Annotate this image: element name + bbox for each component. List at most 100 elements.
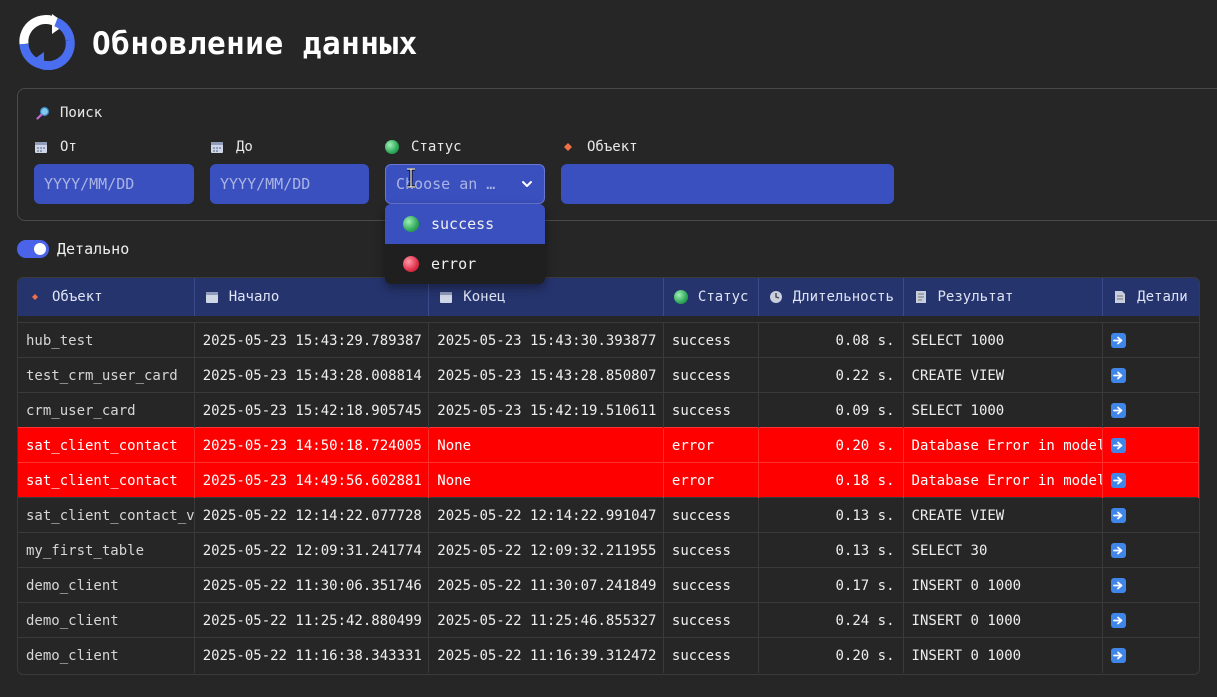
- column-header-label: Объект: [52, 289, 103, 305]
- right-arrow-icon[interactable]: [1111, 438, 1127, 453]
- cell-end: 2025-05-23 15:43:28.850807: [429, 358, 664, 393]
- diamond-icon: [564, 143, 572, 151]
- status-option-label: success: [431, 215, 495, 233]
- green-circle-icon: [403, 216, 419, 232]
- clock-icon: [769, 291, 782, 303]
- calendar-icon: [205, 292, 218, 303]
- document-icon: [915, 291, 926, 303]
- status-label: Статус: [385, 137, 545, 157]
- cell-details: [1103, 638, 1199, 673]
- status-select-placeholder: Choose an …: [396, 175, 496, 193]
- right-arrow-icon[interactable]: [1111, 508, 1127, 523]
- cell-end: 2025-05-22 11:16:39.312472: [429, 638, 664, 673]
- status-select[interactable]: Choose an …: [385, 164, 545, 204]
- right-arrow-icon[interactable]: [1111, 473, 1127, 488]
- cell-object: demo_client: [18, 603, 195, 638]
- results-table: Объект Начало Конец Статус Длительность …: [17, 277, 1200, 675]
- table-row[interactable]: demo_client 2025-05-22 11:16:38.343331 202…: [18, 637, 1199, 673]
- column-header-result[interactable]: Результат: [904, 278, 1104, 316]
- table-row[interactable]: sat_client_contact 2025-05-23 14:49:56.60…: [18, 462, 1199, 498]
- cell-object: hub_test: [18, 323, 195, 358]
- right-arrow-icon[interactable]: [1111, 333, 1127, 348]
- diamond-icon: [32, 294, 38, 300]
- from-date-label-text: От: [60, 139, 77, 155]
- toggle-knob: [34, 243, 46, 255]
- cell-result: Database Error in model: [904, 428, 1104, 463]
- cell-result: Database Error in model: [904, 463, 1104, 498]
- cell-duration: 0.09 s.: [759, 393, 904, 428]
- detail-toggle[interactable]: [17, 240, 49, 258]
- right-arrow-icon[interactable]: [1111, 578, 1127, 593]
- table-row[interactable]: hub_test 2025-05-23 15:43:29.789387 2025-0…: [18, 322, 1199, 358]
- object-label: Объект: [561, 137, 894, 157]
- column-header-object[interactable]: Объект: [18, 278, 195, 316]
- object-input[interactable]: [561, 164, 894, 204]
- table-row[interactable]: test_crm_user_card 2025-05-23 15:43:28.00…: [18, 357, 1199, 393]
- cell-result: SELECT 1000: [904, 323, 1104, 358]
- calendar-icon: [35, 142, 47, 153]
- cell-details: [1103, 323, 1199, 358]
- cell-result: CREATE VIEW: [904, 358, 1104, 393]
- cell-status: success: [664, 393, 759, 428]
- table-row[interactable]: crm_user_card 2025-05-23 15:42:18.905745 2…: [18, 392, 1199, 428]
- right-arrow-icon[interactable]: [1111, 403, 1127, 418]
- cell-start: 2025-05-22 12:09:31.241774: [195, 533, 430, 568]
- cell-duration: 0.18 s.: [759, 463, 904, 498]
- cell-details: [1103, 393, 1199, 428]
- cell-result: SELECT 1000: [904, 393, 1104, 428]
- column-header-label: Результат: [937, 289, 1014, 305]
- cell-object: sat_client_contact_v: [18, 498, 195, 533]
- from-date-input[interactable]: [34, 164, 194, 204]
- right-arrow-icon[interactable]: [1111, 613, 1127, 628]
- to-date-label: До: [210, 137, 369, 157]
- status-option-error[interactable]: error: [385, 244, 545, 284]
- status-label-text: Статус: [411, 139, 462, 155]
- cell-end: 2025-05-22 12:09:32.211955: [429, 533, 664, 568]
- table-row[interactable]: demo_client 2025-05-22 11:25:42.880499 202…: [18, 602, 1199, 638]
- cell-object: crm_user_card: [18, 393, 195, 428]
- cell-status: success: [664, 603, 759, 638]
- table-row[interactable]: sat_client_contact_v 2025-05-22 12:14:22.…: [18, 497, 1199, 533]
- column-header-details[interactable]: Детали: [1103, 278, 1199, 316]
- column-header-label: Статус: [697, 289, 749, 305]
- cell-status: success: [664, 323, 759, 358]
- calendar-icon: [211, 142, 223, 153]
- green-circle-icon: [673, 290, 688, 304]
- right-arrow-icon[interactable]: [1111, 543, 1127, 558]
- cell-status: success: [664, 568, 759, 603]
- cell-details: [1103, 498, 1199, 533]
- cell-status: error: [664, 463, 759, 498]
- to-date-input[interactable]: [210, 164, 369, 204]
- cell-duration: 0.24 s.: [759, 603, 904, 638]
- detail-toggle-row: Детально: [17, 240, 129, 258]
- cell-start: 2025-05-23 15:43:28.008814: [195, 358, 430, 393]
- page-icon: [1115, 291, 1126, 303]
- search-section-label: Поиск: [36, 105, 102, 121]
- cell-duration: 0.08 s.: [759, 323, 904, 358]
- column-header-status[interactable]: Статус: [664, 278, 759, 316]
- from-date-label: От: [34, 137, 194, 157]
- page-title: Обновление данных: [92, 26, 418, 62]
- cell-start: 2025-05-22 11:30:06.351746: [195, 568, 430, 603]
- cell-end: 2025-05-22 12:14:22.991047: [429, 498, 664, 533]
- cell-status: success: [664, 533, 759, 568]
- table-row[interactable]: demo_client 2025-05-22 11:30:06.351746 202…: [18, 567, 1199, 603]
- column-header-duration[interactable]: Длительность: [759, 278, 904, 316]
- cell-result: CREATE VIEW: [904, 498, 1104, 533]
- cell-object: test_crm_user_card: [18, 358, 195, 393]
- status-option-success[interactable]: success: [385, 204, 545, 244]
- table-body: hub_test 2025-05-23 15:43:29.789387 2025-0…: [18, 322, 1199, 673]
- cell-object: my_first_table: [18, 533, 195, 568]
- right-arrow-icon[interactable]: [1111, 368, 1127, 383]
- cell-details: [1103, 533, 1199, 568]
- table-row[interactable]: my_first_table 2025-05-22 12:09:31.241774…: [18, 532, 1199, 568]
- right-arrow-icon[interactable]: [1111, 648, 1127, 663]
- cell-start: 2025-05-23 15:43:29.789387: [195, 323, 430, 358]
- status-field: Статус Choose an …: [385, 137, 545, 204]
- cell-start: 2025-05-23 14:50:18.724005: [195, 428, 430, 463]
- table-row[interactable]: sat_client_contact 2025-05-23 14:50:18.72…: [18, 427, 1199, 463]
- detail-toggle-label: Детально: [57, 240, 130, 258]
- cell-duration: 0.13 s.: [759, 498, 904, 533]
- cell-object: demo_client: [18, 638, 195, 673]
- cell-object: sat_client_contact: [18, 463, 195, 498]
